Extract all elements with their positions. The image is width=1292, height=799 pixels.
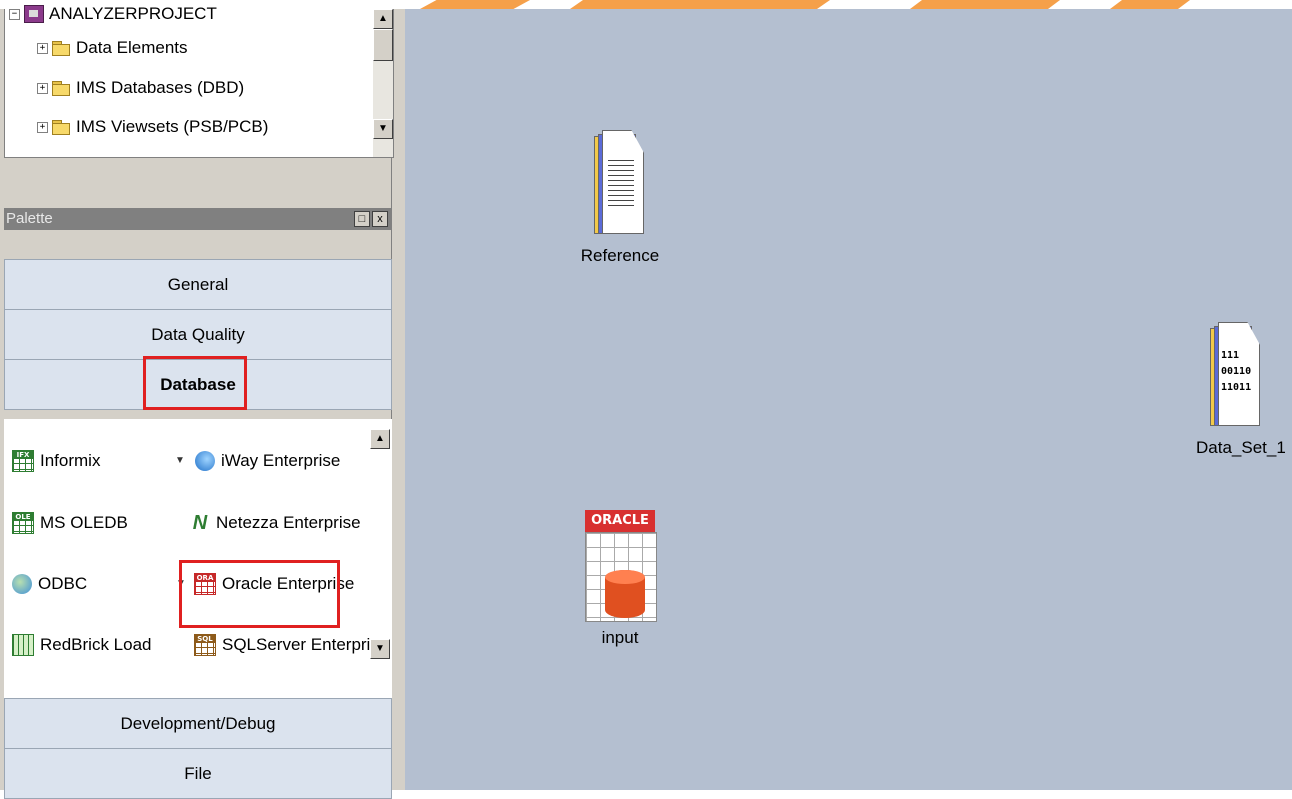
scroll-down-icon[interactable]: ▼ [370, 639, 390, 659]
palette-header: Palette □ x [4, 208, 392, 230]
orange-banner [400, 0, 1292, 9]
group-development-debug[interactable]: Development/Debug [4, 698, 392, 749]
stage-label: Reference [580, 246, 660, 265]
project-icon [24, 5, 44, 23]
tree-item-ims-viewsets[interactable]: + IMS Viewsets (PSB/PCB) [37, 110, 268, 144]
scroll-up-icon[interactable]: ▲ [373, 9, 393, 29]
expand-icon[interactable]: + [37, 121, 48, 133]
palette-item-iway[interactable]: ▼ iWay Enterprise [175, 446, 340, 476]
collapse-icon[interactable]: − [9, 8, 20, 20]
palette-scrollbar[interactable]: ▲ ▼ [370, 429, 390, 699]
palette-item-redbrick[interactable]: RedBrick Load [12, 630, 152, 660]
stage-label: input [601, 628, 639, 647]
close-button[interactable]: x [372, 211, 388, 227]
job-canvas[interactable] [400, 9, 1292, 790]
palette-title: Palette [6, 210, 53, 227]
odbc-icon [12, 574, 32, 594]
tree-item-label: Data Elements [76, 38, 188, 57]
palette-item-sqlserver[interactable]: SQL SQLServer Enterprise [194, 630, 388, 660]
group-general[interactable]: General [4, 259, 392, 310]
stage-reference[interactable]: Reference [580, 130, 660, 266]
restore-button[interactable]: □ [354, 211, 370, 227]
folder-icon [52, 81, 70, 96]
tree-item-ims-databases[interactable]: + IMS Databases (DBD) [37, 71, 244, 105]
netezza-icon: N [192, 512, 208, 534]
palette-item-ms-oledb[interactable]: OLE MS OLEDB [12, 508, 128, 538]
folder-icon [52, 41, 70, 56]
repository-tree: − ANALYZERPROJECT + Data Elements + IMS … [4, 4, 394, 158]
tree-item-label: IMS Databases (DBD) [76, 78, 245, 97]
palette-item-odbc[interactable]: ODBC [12, 569, 87, 599]
dataset-icon: 111 00110 11011 [1208, 322, 1264, 432]
sqlserver-icon: SQL [194, 634, 216, 656]
iway-icon [195, 451, 215, 471]
palette-item-informix[interactable]: IFX Informix [12, 446, 100, 476]
informix-icon: IFX [12, 450, 34, 472]
document-icon [592, 130, 648, 240]
tree-root-label: ANALYZERPROJECT [49, 4, 217, 23]
oracle-stage-icon: ORACLE [585, 510, 657, 622]
stage-data-set[interactable]: 111 00110 11011 Data_Set_1 [1196, 322, 1286, 458]
highlight-box [179, 560, 340, 628]
oledb-icon: OLE [12, 512, 34, 534]
redbrick-icon [12, 634, 34, 656]
group-file[interactable]: File [4, 748, 392, 799]
chevron-down-icon: ▼ [175, 455, 185, 466]
tree-item-label: IMS Viewsets (PSB/PCB) [76, 117, 269, 136]
scroll-up-icon[interactable]: ▲ [370, 429, 390, 449]
stage-label: Data_Set_1 [1196, 438, 1286, 457]
group-data-quality[interactable]: Data Quality [4, 309, 392, 360]
tree-item-data-elements[interactable]: + Data Elements [37, 31, 188, 65]
expand-icon[interactable]: + [37, 82, 48, 94]
scroll-thumb[interactable] [373, 29, 393, 61]
palette-item-netezza[interactable]: N Netezza Enterprise [190, 508, 361, 538]
stage-input[interactable]: ORACLE input [580, 510, 660, 648]
tree-scrollbar[interactable]: ▲ ▼ [373, 9, 393, 157]
left-panel: − ANALYZERPROJECT + Data Elements + IMS … [0, 4, 400, 799]
folder-icon [52, 120, 70, 135]
tree-root[interactable]: − ANALYZERPROJECT [9, 0, 217, 31]
expand-icon[interactable]: + [37, 42, 48, 54]
scroll-down-icon[interactable]: ▼ [373, 119, 393, 139]
highlight-box [143, 356, 247, 410]
